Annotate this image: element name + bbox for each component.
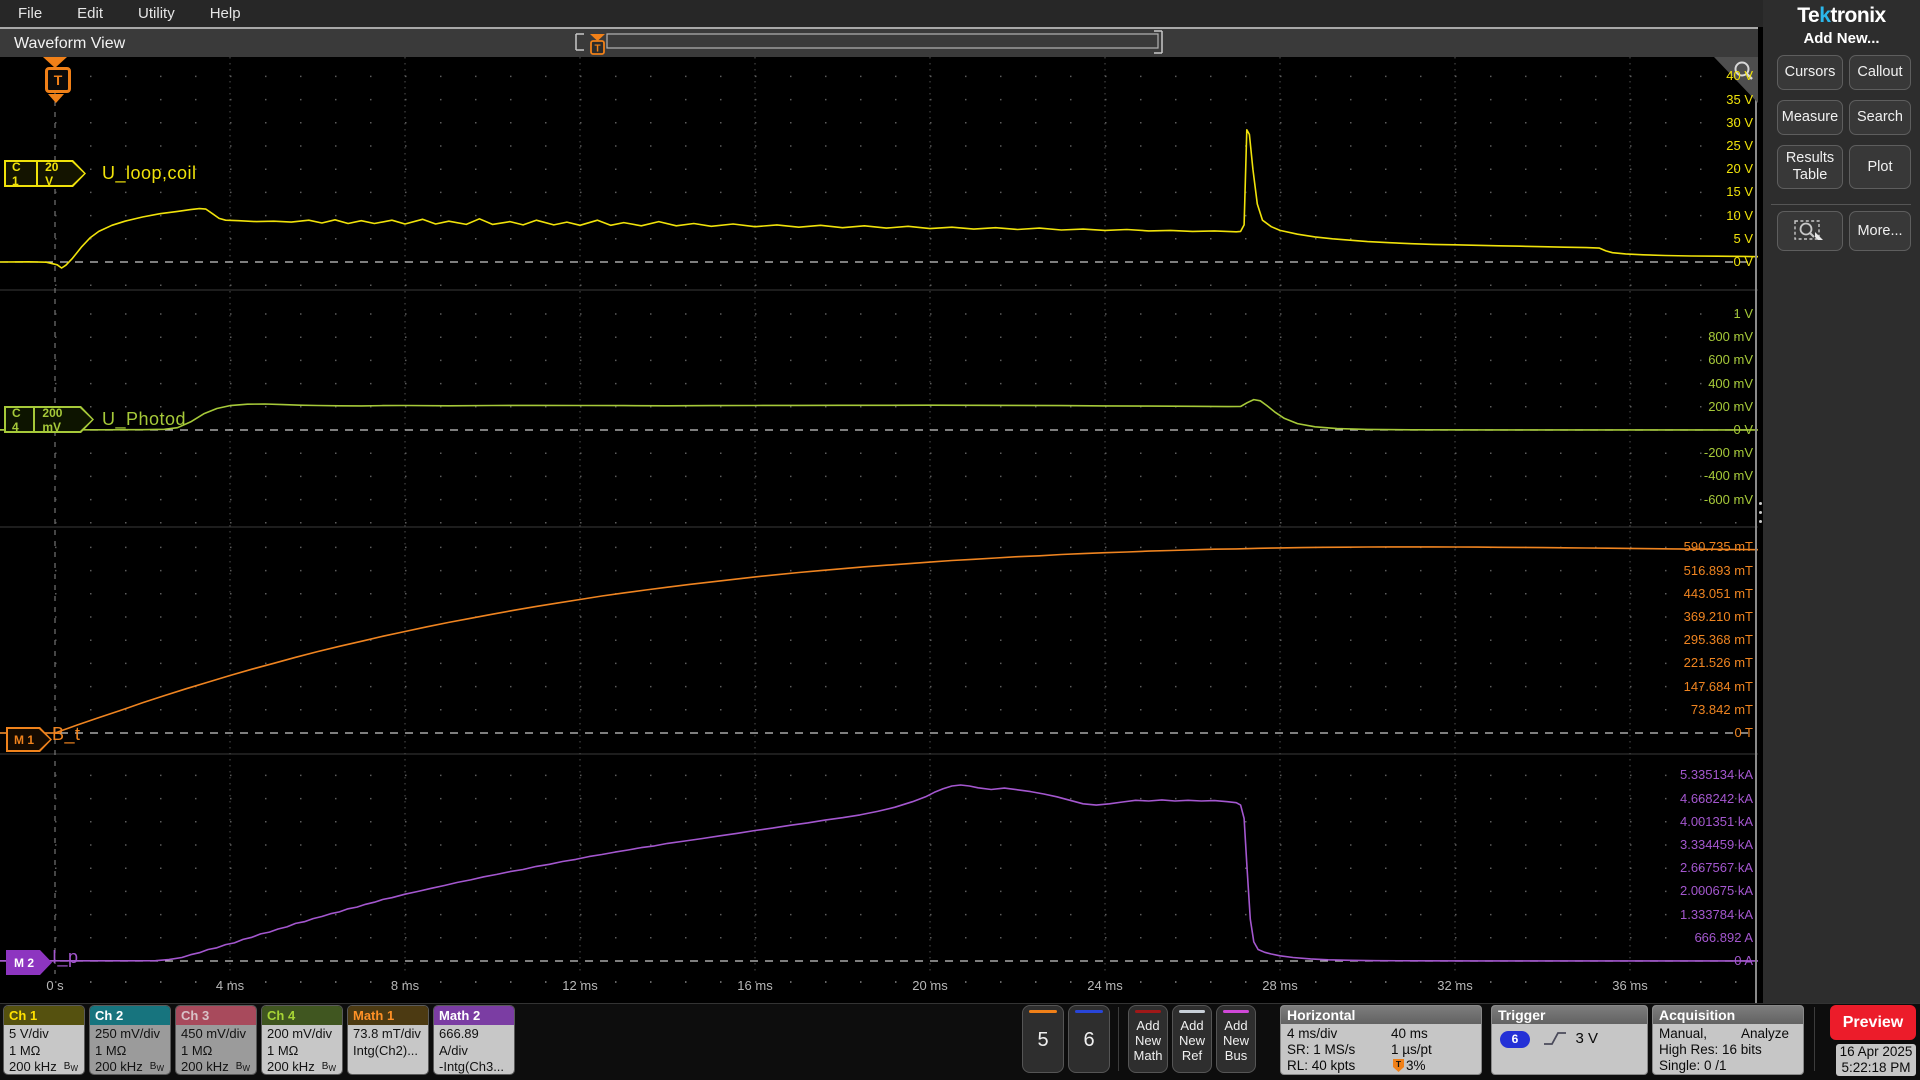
trace-math1[interactable]	[0, 546, 1758, 734]
sidebar-divider	[1771, 204, 1911, 205]
trigger-position-marker[interactable]: T	[45, 67, 71, 93]
splitter-handle[interactable]	[1759, 511, 1762, 514]
source-6-button[interactable]: 6	[1068, 1005, 1110, 1073]
add-new-heading: Add New...	[1803, 30, 1880, 47]
splitter-handle[interactable]	[1759, 520, 1762, 523]
waveform-canvas[interactable]	[0, 57, 1758, 1003]
ch2-channel-badge[interactable]: Ch 2 250 mV/div 1 MΩ 200 kHz BW	[89, 1005, 171, 1075]
add-ref-stripe	[1179, 1010, 1205, 1013]
bandwidth-icon: BW	[321, 1061, 336, 1073]
menu-bar: File Edit Utility Help	[0, 0, 1763, 27]
tektronix-logo: Tektronix	[1797, 4, 1886, 27]
acquisition-panel[interactable]: Acquisition Manual, Analyze High Res: 16…	[1652, 1005, 1804, 1075]
ch4-badge-scale: 200 mV	[42, 405, 63, 434]
math1-badge-label: M 1	[8, 729, 50, 750]
menu-edit[interactable]: Edit	[77, 5, 103, 22]
ch1-channel-badge[interactable]: Ch 1 5 V/div 1 MΩ 200 kHz BW	[3, 1005, 85, 1075]
math1-waveform-label: B_t	[52, 724, 81, 744]
cursors-button[interactable]: Cursors	[1777, 55, 1843, 90]
trace-math2[interactable]	[0, 784, 1758, 962]
math2-badge-label: M 2	[8, 952, 50, 973]
ch3-channel-badge[interactable]: Ch 3 450 mV/div 1 MΩ 200 kHz BW	[175, 1005, 257, 1075]
source-6-stripe	[1075, 1010, 1103, 1013]
acquisition-panel-title: Acquisition	[1653, 1006, 1803, 1024]
bandwidth-icon: BW	[235, 1061, 250, 1073]
plot-right-edge	[1755, 57, 1757, 1003]
svg-text:T: T	[1396, 1059, 1402, 1069]
ch1-badge-label: C 1	[6, 162, 38, 185]
callout-button[interactable]: Callout	[1849, 55, 1911, 90]
add-bus-stripe	[1223, 1010, 1249, 1013]
date-text: 16 Apr 2025	[1839, 1044, 1913, 1059]
math2-badge-title: Math 2	[434, 1006, 514, 1025]
magnifier-icon	[1734, 61, 1753, 80]
trigger-level: 3 V	[1575, 1030, 1599, 1047]
overview-trigger-letter: T	[594, 44, 600, 55]
ch1-scale-badge[interactable]: C 1 20 V	[4, 160, 86, 187]
right-sidebar: Tektronix Add New... Cursors Callout Mea…	[1763, 0, 1920, 1003]
time-text: 5:22:18 PM	[1841, 1060, 1911, 1075]
math2-waveform-label: I_p	[52, 947, 79, 967]
zoom-select-button[interactable]	[1777, 211, 1843, 251]
ch2-badge-title: Ch 2	[90, 1006, 170, 1025]
results-table-button[interactable]: Results Table	[1777, 145, 1843, 189]
math1-badge-title: Math 1	[348, 1006, 428, 1025]
preview-button[interactable]: Preview	[1830, 1005, 1916, 1040]
waveform-view-title: Waveform View	[14, 35, 126, 52]
menu-utility[interactable]: Utility	[138, 5, 175, 22]
overview-trigger-arrow-icon[interactable]	[590, 34, 605, 41]
bandwidth-icon: BW	[149, 1061, 164, 1073]
add-math-stripe	[1135, 1010, 1161, 1013]
ch1-badge-title: Ch 1	[4, 1006, 84, 1025]
ch4-badge-title: Ch 4	[262, 1006, 342, 1025]
zoom-select-icon	[1794, 220, 1823, 240]
bottom-bar-divider	[1814, 1007, 1815, 1071]
datetime-display: 16 Apr 2025 5:22:18 PM	[1836, 1044, 1916, 1076]
plot-button[interactable]: Plot	[1849, 145, 1911, 189]
trigger-flag-icon: T	[1393, 1059, 1404, 1072]
source-5-stripe	[1029, 1010, 1057, 1013]
add-new-ref-button[interactable]: Add New Ref	[1172, 1005, 1212, 1073]
ch4-waveform-label: U_Photod	[102, 409, 187, 429]
trace-ch1[interactable]	[0, 129, 1758, 269]
trigger-panel[interactable]: Trigger 6 3 V	[1491, 1005, 1648, 1075]
overview-left-bracket	[575, 33, 584, 51]
timeline-overview[interactable]: T	[570, 30, 1170, 60]
bandwidth-icon: BW	[63, 1061, 78, 1073]
menu-help[interactable]: Help	[210, 5, 241, 22]
ch4-badge-label: C 4	[6, 408, 35, 431]
search-button[interactable]: Search	[1849, 100, 1911, 135]
ch3-badge-title: Ch 3	[176, 1006, 256, 1025]
trigger-position-tail-icon	[48, 94, 64, 103]
trigger-panel-title: Trigger	[1492, 1006, 1647, 1024]
source-5-button[interactable]: 5	[1022, 1005, 1064, 1073]
horizontal-panel-title: Horizontal	[1281, 1006, 1481, 1024]
measure-button[interactable]: Measure	[1777, 100, 1843, 135]
add-new-math-button[interactable]: Add New Math	[1128, 1005, 1168, 1073]
ch1-waveform-label: U_loop,coil	[102, 163, 197, 183]
more-button[interactable]: More...	[1849, 211, 1911, 251]
trace-ch4[interactable]	[0, 398, 1758, 431]
ch4-scale-badge[interactable]: C 4 200 mV	[4, 406, 94, 433]
splitter-handle[interactable]	[1759, 502, 1762, 505]
trigger-source-pill: 6	[1500, 1031, 1530, 1048]
bottom-bar-divider	[1118, 1007, 1119, 1071]
overview-window-rect[interactable]	[606, 33, 1159, 49]
waveform-view-tab-bar: Waveform View T	[0, 27, 1758, 57]
menu-file[interactable]: File	[18, 5, 42, 22]
math2-channel-badge[interactable]: Math 2 666.89 A/div -Intg(Ch3...	[433, 1005, 515, 1075]
ch4-channel-badge[interactable]: Ch 4 200 mV/div 1 MΩ 200 kHz BW	[261, 1005, 343, 1075]
horizontal-panel[interactable]: Horizontal 4 ms/div 40 ms SR: 1 MS/s 1 µ…	[1280, 1005, 1482, 1075]
math1-channel-badge[interactable]: Math 1 73.8 mT/div Intg(Ch2)...	[347, 1005, 429, 1075]
rising-edge-icon	[1543, 1032, 1566, 1045]
add-new-bus-button[interactable]: Add New Bus	[1216, 1005, 1256, 1073]
